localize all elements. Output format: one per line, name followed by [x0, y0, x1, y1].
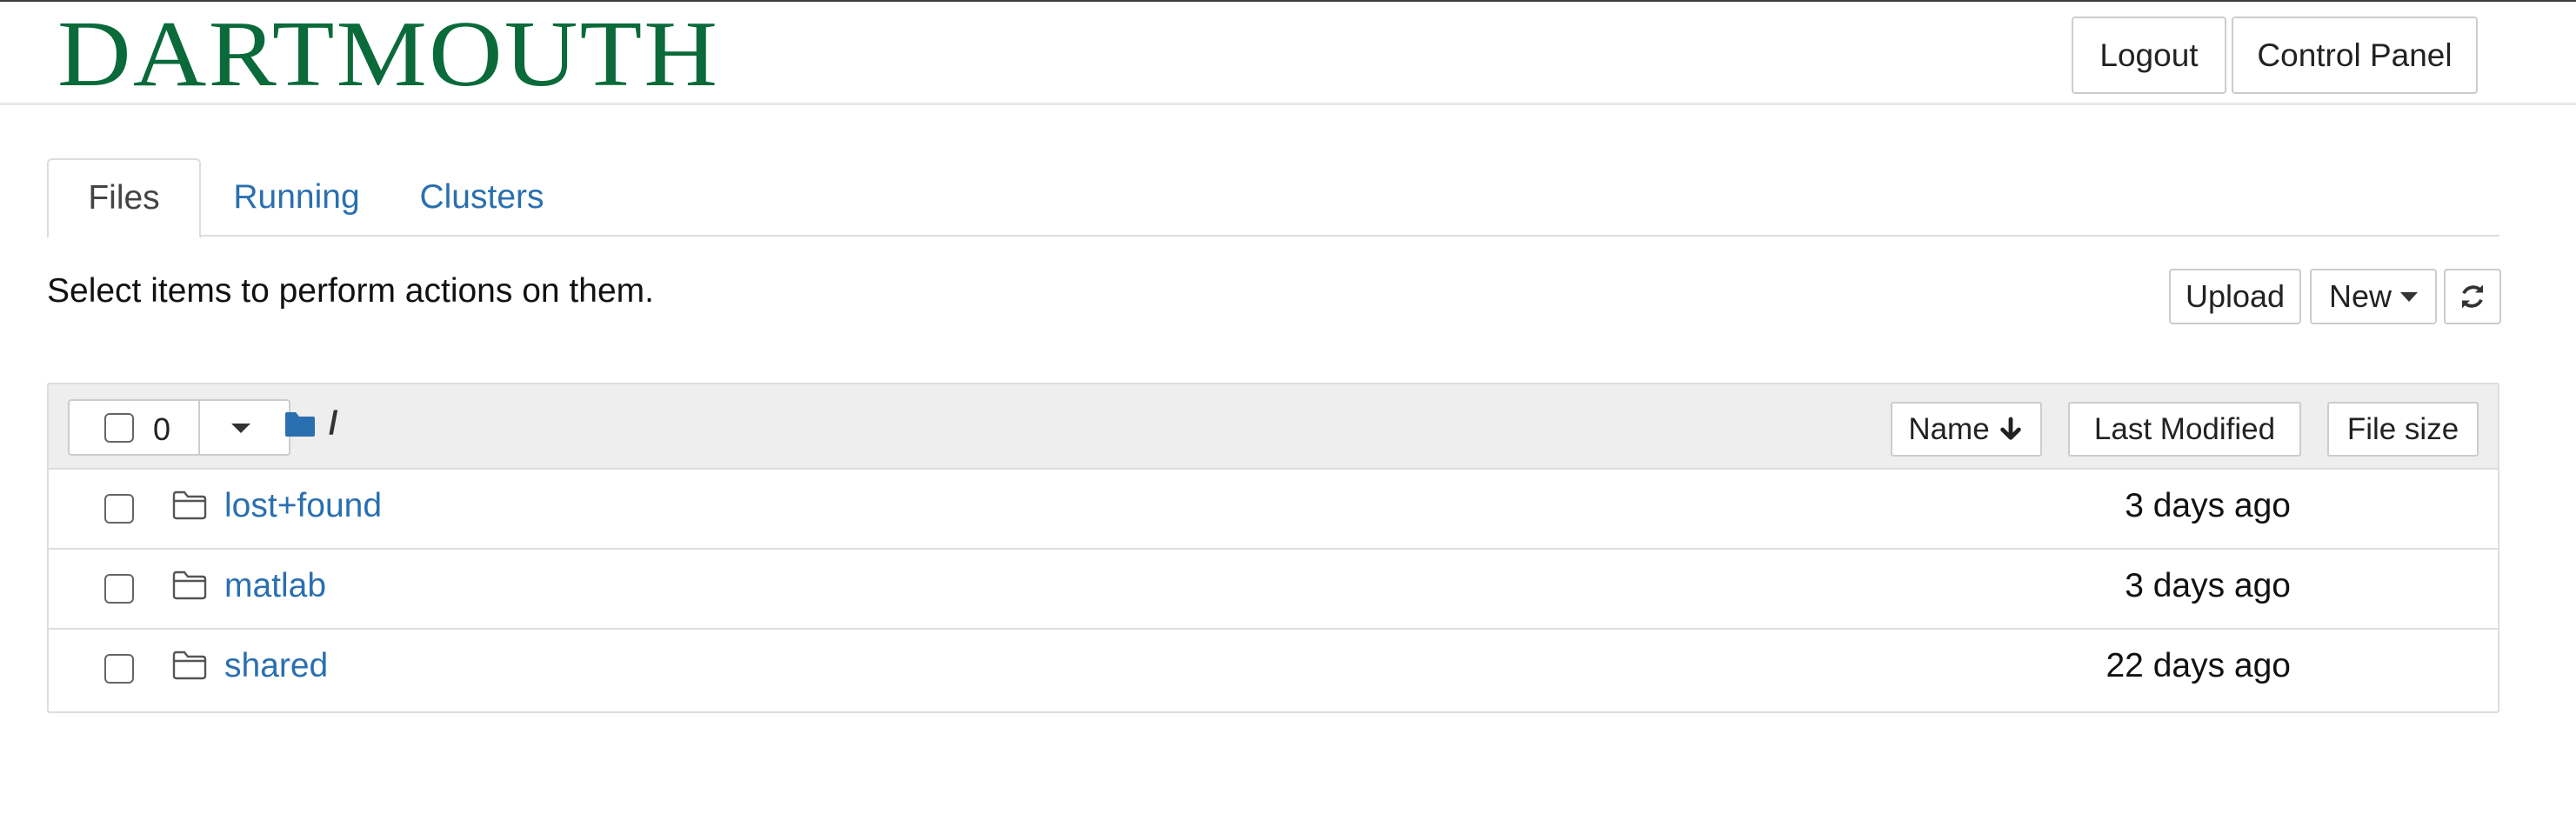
file-list: 0 / Name Last Modified File size lost+fo…	[47, 383, 2499, 713]
sort-by-last-modified-button[interactable]: Last Modified	[2068, 402, 2301, 457]
list-item: matlab 3 days ago	[49, 550, 2498, 630]
list-item: lost+found 3 days ago	[49, 470, 2498, 550]
sort-by-file-size-button[interactable]: File size	[2327, 402, 2479, 457]
select-all-checkbox[interactable]	[104, 413, 134, 443]
folder-name-link[interactable]: matlab	[224, 567, 326, 605]
folder-icon	[172, 651, 207, 680]
folder-icon	[172, 570, 207, 600]
upload-button[interactable]: Upload	[2169, 269, 2301, 324]
folder-icon	[172, 490, 207, 520]
row-checkbox[interactable]	[104, 494, 134, 524]
selection-hint: Select items to perform actions on them.	[47, 272, 654, 310]
tab-running[interactable]: Running	[219, 158, 374, 237]
breadcrumb-root-link[interactable]: /	[329, 405, 338, 443]
row-checkbox[interactable]	[104, 654, 134, 684]
list-item: shared 22 days ago	[49, 630, 2498, 710]
control-panel-button[interactable]: Control Panel	[2232, 17, 2478, 94]
selected-count: 0	[153, 411, 171, 447]
select-menu-caret-icon[interactable]	[231, 424, 250, 433]
refresh-icon	[2461, 284, 2484, 309]
last-modified-value: 22 days ago	[2106, 647, 2291, 684]
sort-name-label: Name	[1908, 411, 1990, 446]
new-button-label: New	[2328, 278, 2392, 314]
select-divider	[198, 401, 200, 454]
last-modified-value: 3 days ago	[2125, 487, 2291, 524]
file-list-header: 0 / Name Last Modified File size	[49, 384, 2498, 470]
tab-files[interactable]: Files	[47, 158, 201, 238]
arrow-down-icon	[1999, 417, 2021, 440]
row-checkbox[interactable]	[104, 574, 134, 604]
site-header: DARTMOUTH Logout Control Panel	[0, 2, 2576, 105]
folder-name-link[interactable]: shared	[224, 647, 328, 685]
refresh-button[interactable]	[2444, 269, 2501, 324]
select-all-group: 0	[68, 399, 290, 456]
sort-by-name-button[interactable]: Name	[1891, 402, 2042, 457]
tab-clusters[interactable]: Clusters	[395, 158, 569, 237]
logout-button[interactable]: Logout	[2072, 17, 2226, 94]
folder-icon	[285, 412, 315, 437]
new-button[interactable]: New	[2310, 269, 2437, 324]
folder-name-link[interactable]: lost+found	[224, 487, 382, 525]
main-tabs: Files Running Clusters	[47, 158, 2499, 238]
caret-down-icon	[2400, 291, 2419, 302]
last-modified-value: 3 days ago	[2125, 567, 2291, 604]
dartmouth-logo[interactable]: DARTMOUTH	[57, 7, 719, 103]
